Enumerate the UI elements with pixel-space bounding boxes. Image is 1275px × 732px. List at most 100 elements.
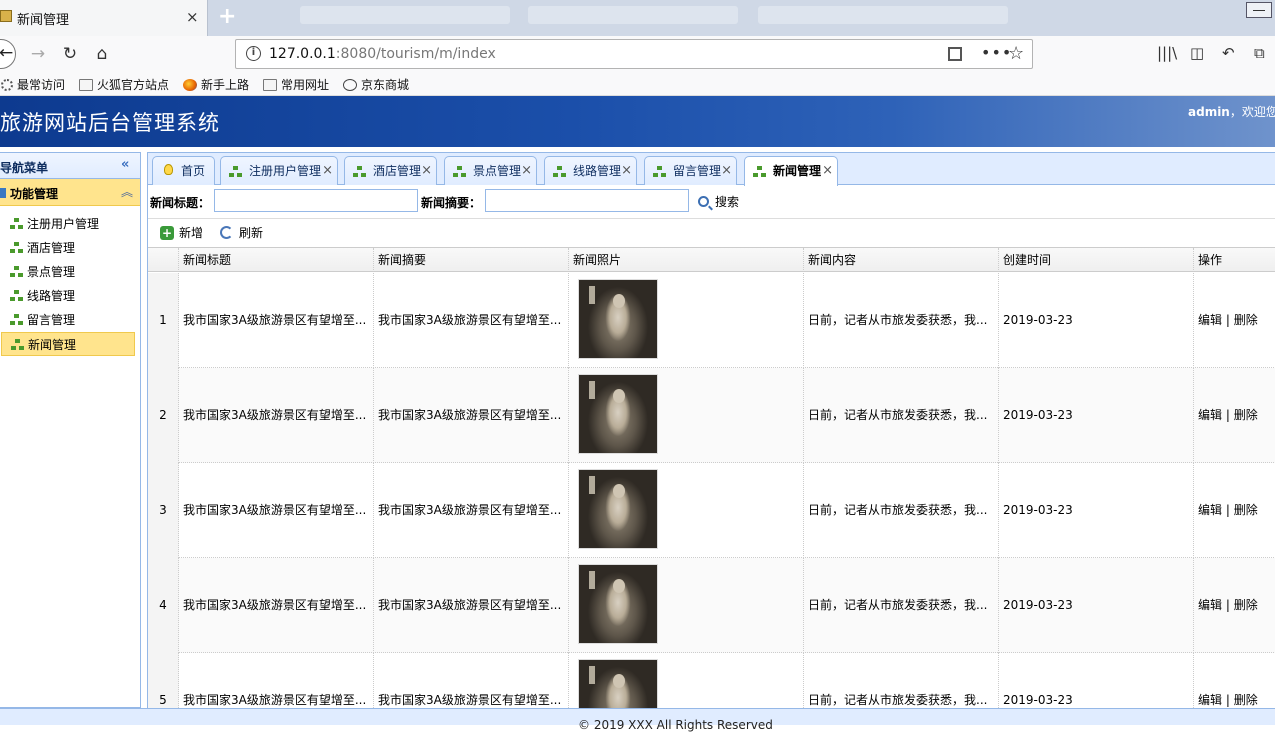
cell-photo (569, 273, 804, 368)
sidebar-item-news[interactable]: 新闻管理 (1, 332, 135, 356)
tab-hotels[interactable]: 酒店管理 × (344, 156, 437, 185)
close-tab-icon[interactable]: × (521, 157, 532, 185)
sidebar-item-hotels[interactable]: 酒店管理 (1, 236, 135, 260)
bookmarks-bar: 最常访问 火狐官方站点 新手上路 常用网址 京东商城 (0, 72, 1275, 96)
edit-link[interactable]: 编辑 (1198, 598, 1222, 612)
table-row[interactable]: 2 我市国家3A级旅游景区有望增至... 我市国家3A级旅游景区有望增至... … (148, 368, 1275, 463)
library-icon[interactable]: |||\ (1157, 44, 1177, 62)
edit-link[interactable]: 编辑 (1198, 503, 1222, 517)
news-photo (578, 279, 658, 359)
close-tab-icon[interactable]: × (721, 157, 732, 185)
undo-icon[interactable]: ↶ (1222, 44, 1235, 62)
chevron-up-icon[interactable]: ︽ (121, 183, 133, 200)
close-tab-icon[interactable]: × (822, 157, 833, 185)
browser-tab-title: 新闻管理 (17, 13, 70, 28)
cell-created: 2019-03-23 (999, 463, 1194, 558)
blurred-tab[interactable] (758, 6, 1008, 24)
delete-link[interactable]: 删除 (1234, 408, 1258, 422)
bookmark-star-icon[interactable]: ☆ (1008, 43, 1024, 64)
refresh-button[interactable]: 刷新 (220, 224, 263, 241)
table-row[interactable]: 3 我市国家3A级旅游景区有望增至... 我市国家3A级旅游景区有望增至... … (148, 463, 1275, 558)
tree-icon (229, 166, 243, 178)
column-header-photo[interactable]: 新闻照片 (569, 248, 804, 272)
tab-home[interactable]: 首页 (152, 156, 215, 185)
column-header-title[interactable]: 新闻标题 (179, 248, 374, 272)
minimize-icon[interactable] (1246, 2, 1272, 18)
accordion-title: 功能管理 (10, 187, 59, 201)
edit-link[interactable]: 编辑 (1198, 313, 1222, 327)
refresh-icon (220, 226, 233, 239)
cell-title: 我市国家3A级旅游景区有望增至... (179, 463, 374, 558)
close-tab-icon[interactable]: × (421, 157, 432, 185)
cell-created: 2019-03-23 (999, 273, 1194, 368)
sidebar-toggle-icon[interactable]: ◫ (1190, 44, 1204, 62)
address-bar[interactable]: i 127.0.0.1:8080/tourism/m/index ••• ☆ (235, 39, 1033, 69)
blurred-tab[interactable] (300, 6, 510, 24)
cell-actions: 编辑 | 删除 (1198, 503, 1258, 517)
tab-news[interactable]: 新闻管理 × (744, 156, 838, 186)
cell-title: 我市国家3A级旅游景区有望增至... (179, 368, 374, 463)
tab-messages[interactable]: 留言管理 × (644, 156, 737, 185)
reload-icon[interactable]: ↻ (59, 43, 81, 65)
cell-created: 2019-03-23 (999, 653, 1194, 709)
lightbulb-icon (164, 164, 173, 175)
site-info-icon[interactable]: i (246, 46, 261, 61)
close-tab-icon[interactable]: × (186, 8, 199, 26)
bookmark-common-sites[interactable]: 常用网址 (263, 76, 329, 93)
grid-toolbar: + 新增 刷新 (148, 218, 1275, 248)
tab-attractions[interactable]: 景点管理 × (444, 156, 537, 185)
cell-created: 2019-03-23 (999, 368, 1194, 463)
sidebar-item-users[interactable]: 注册用户管理 (1, 212, 135, 236)
home-icon[interactable]: ⌂ (91, 43, 113, 65)
collapse-left-icon[interactable]: « (121, 157, 129, 172)
browser-navbar: ← → ↻ ⌂ i 127.0.0.1:8080/tourism/m/index… (0, 36, 1275, 72)
bookmark-jd[interactable]: 京东商城 (343, 76, 409, 93)
bookmark-most-visited[interactable]: 最常访问 (1, 76, 65, 93)
delete-link[interactable]: 删除 (1234, 503, 1258, 517)
qr-code-icon[interactable] (948, 47, 962, 61)
sidebar-item-attractions[interactable]: 景点管理 (1, 260, 135, 284)
grid-header: 新闻标题 新闻摘要 新闻照片 新闻内容 创建时间 操作 (148, 248, 1275, 272)
add-button[interactable]: + 新增 (160, 224, 203, 241)
screenshot-icon[interactable]: ⧉ (1254, 44, 1265, 62)
tab-routes[interactable]: 线路管理 × (544, 156, 637, 185)
cell-actions: 编辑 | 删除 (1198, 313, 1258, 327)
browser-tab[interactable]: 新闻管理 × (0, 0, 208, 36)
new-tab-icon[interactable]: + (218, 4, 236, 29)
forward-icon[interactable]: → (27, 43, 49, 65)
tree-icon (10, 218, 24, 230)
table-row[interactable]: 4 我市国家3A级旅游景区有望增至... 我市国家3A级旅游景区有望增至... … (148, 558, 1275, 653)
news-summary-input[interactable] (485, 189, 689, 212)
row-number: 2 (148, 368, 179, 463)
column-header-summary[interactable]: 新闻摘要 (374, 248, 569, 272)
news-title-input[interactable] (214, 189, 418, 212)
folder-icon (263, 78, 277, 91)
welcome-text: admin，欢迎您 (1188, 105, 1275, 119)
add-icon: + (160, 225, 174, 240)
search-button[interactable]: 搜索 (698, 193, 739, 210)
accordion-header-functions[interactable]: 功能管理 ︽ (0, 179, 140, 206)
back-button[interactable]: ← (0, 39, 16, 69)
edit-link[interactable]: 编辑 (1198, 408, 1222, 422)
delete-link[interactable]: 删除 (1234, 598, 1258, 612)
close-tab-icon[interactable]: × (322, 157, 333, 185)
gear-icon (1, 78, 13, 91)
table-row[interactable]: 5 我市国家3A级旅游景区有望增至... 我市国家3A级旅游景区有望增至... … (148, 653, 1275, 709)
column-header-created[interactable]: 创建时间 (999, 248, 1194, 272)
sidebar-item-messages[interactable]: 留言管理 (1, 308, 135, 332)
tree-icon (453, 166, 467, 178)
delete-link[interactable]: 删除 (1234, 313, 1258, 327)
row-number: 1 (148, 273, 179, 368)
sidebar-item-routes[interactable]: 线路管理 (1, 284, 135, 308)
delete-link[interactable]: 删除 (1234, 693, 1258, 707)
blurred-tab[interactable] (528, 6, 738, 24)
news-photo (578, 659, 658, 709)
column-header-content[interactable]: 新闻内容 (804, 248, 999, 272)
bookmark-firefox-site[interactable]: 火狐官方站点 (79, 76, 169, 93)
tab-users[interactable]: 注册用户管理 × (220, 156, 338, 185)
cell-photo (569, 653, 804, 709)
edit-link[interactable]: 编辑 (1198, 693, 1222, 707)
close-tab-icon[interactable]: × (621, 157, 632, 185)
table-row[interactable]: 1 我市国家3A级旅游景区有望增至... 我市国家3A级旅游景区有望增至... … (148, 273, 1275, 368)
bookmark-getting-started[interactable]: 新手上路 (183, 76, 249, 93)
